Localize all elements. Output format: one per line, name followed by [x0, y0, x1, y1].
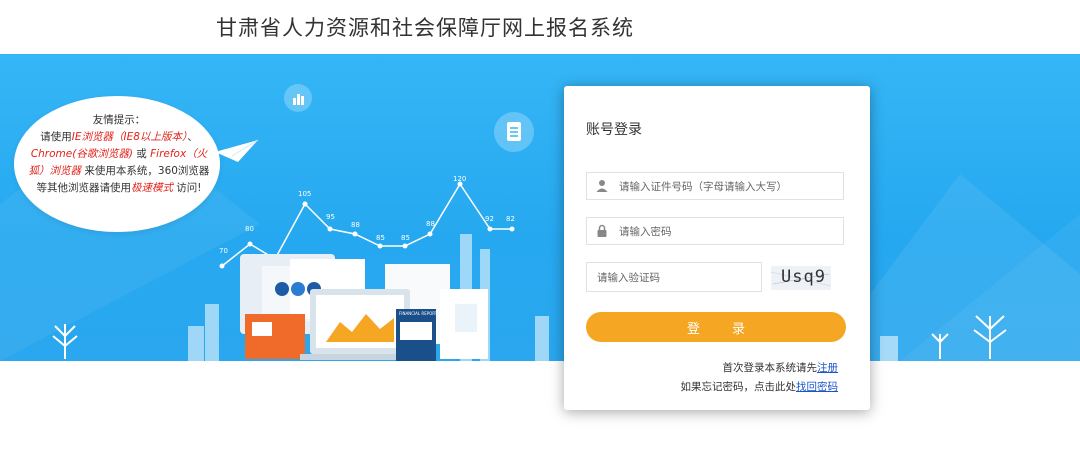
tip-highlight: 极速模式 [130, 182, 173, 194]
captcha-image[interactable]: Usq9 [771, 266, 831, 290]
tip-highlight: IE浏览器（IE8以上版本） [71, 131, 188, 143]
login-title: 账号登录 [586, 122, 642, 138]
login-card: 账号登录 Usq9 登 录 首次登录本系统请先注册 如果忘记密码，点击此处找回密… [564, 86, 870, 410]
chart-label: 120 [453, 175, 467, 183]
lock-icon [597, 224, 607, 237]
tip-text: 或 [132, 148, 151, 160]
chart-label: 88 [426, 220, 435, 228]
chart-label: 80 [245, 225, 254, 233]
browser-tip: 友情提示： 请使用IE浏览器（IE8以上版本）、 Chrome(谷歌浏览器) 或… [24, 112, 214, 197]
password-field [586, 217, 844, 246]
captcha-input[interactable] [595, 263, 759, 293]
tip-text: 来使用本系统，360浏览器 [81, 165, 210, 177]
report-label: FINANCIAL REPORT [399, 311, 438, 316]
document-float-icon [494, 112, 534, 152]
chart-label: 85 [401, 234, 410, 242]
chart-float-icon [284, 84, 312, 112]
site-title: 甘肃省人力资源和社会保障厅网上报名系统 [216, 16, 634, 40]
chart-label: 95 [326, 213, 335, 221]
forgot-password-link[interactable]: 找回密码 [796, 381, 838, 393]
chart-label: 92 [485, 215, 494, 223]
forgot-hint-text: 如果忘记密码，点击此处 [680, 381, 797, 393]
register-hint-text: 首次登录本系统请先 [722, 362, 818, 374]
document-icon [507, 122, 521, 141]
register-link[interactable]: 注册 [817, 362, 838, 374]
bar-chart-icon [293, 94, 304, 105]
login-button[interactable]: 登 录 [586, 312, 846, 342]
tip-highlight: Chrome(谷歌浏览器) [30, 148, 133, 160]
register-hint: 首次登录本系统请先注册 [723, 360, 839, 375]
chart-label: 70 [219, 247, 228, 255]
chart-label: 105 [298, 190, 312, 198]
chart-label: 82 [506, 215, 515, 223]
chart-label: 88 [351, 221, 360, 229]
footer-area [0, 361, 1080, 455]
tip-highlight: 狐）浏览器 [28, 165, 82, 177]
captcha-field [586, 262, 762, 293]
tip-title: 友情提示： [92, 114, 146, 126]
tip-text: 、 [187, 131, 198, 143]
id-number-input[interactable] [617, 173, 841, 201]
tip-text: 访问! [172, 182, 202, 194]
captcha-text: Usq9 [781, 267, 826, 287]
password-input[interactable] [617, 218, 841, 246]
user-icon [596, 180, 608, 192]
header: 甘肃省人力资源和社会保障厅网上报名系统 [0, 0, 1080, 54]
chart-label: 85 [376, 234, 385, 242]
tip-highlight: Firefox（火 [150, 148, 208, 160]
tip-text: 请使用 [40, 131, 72, 143]
id-number-field [586, 172, 844, 201]
forgot-hint: 如果忘记密码，点击此处找回密码 [681, 379, 839, 394]
tip-text: 等其他浏览器请使用 [36, 182, 131, 194]
